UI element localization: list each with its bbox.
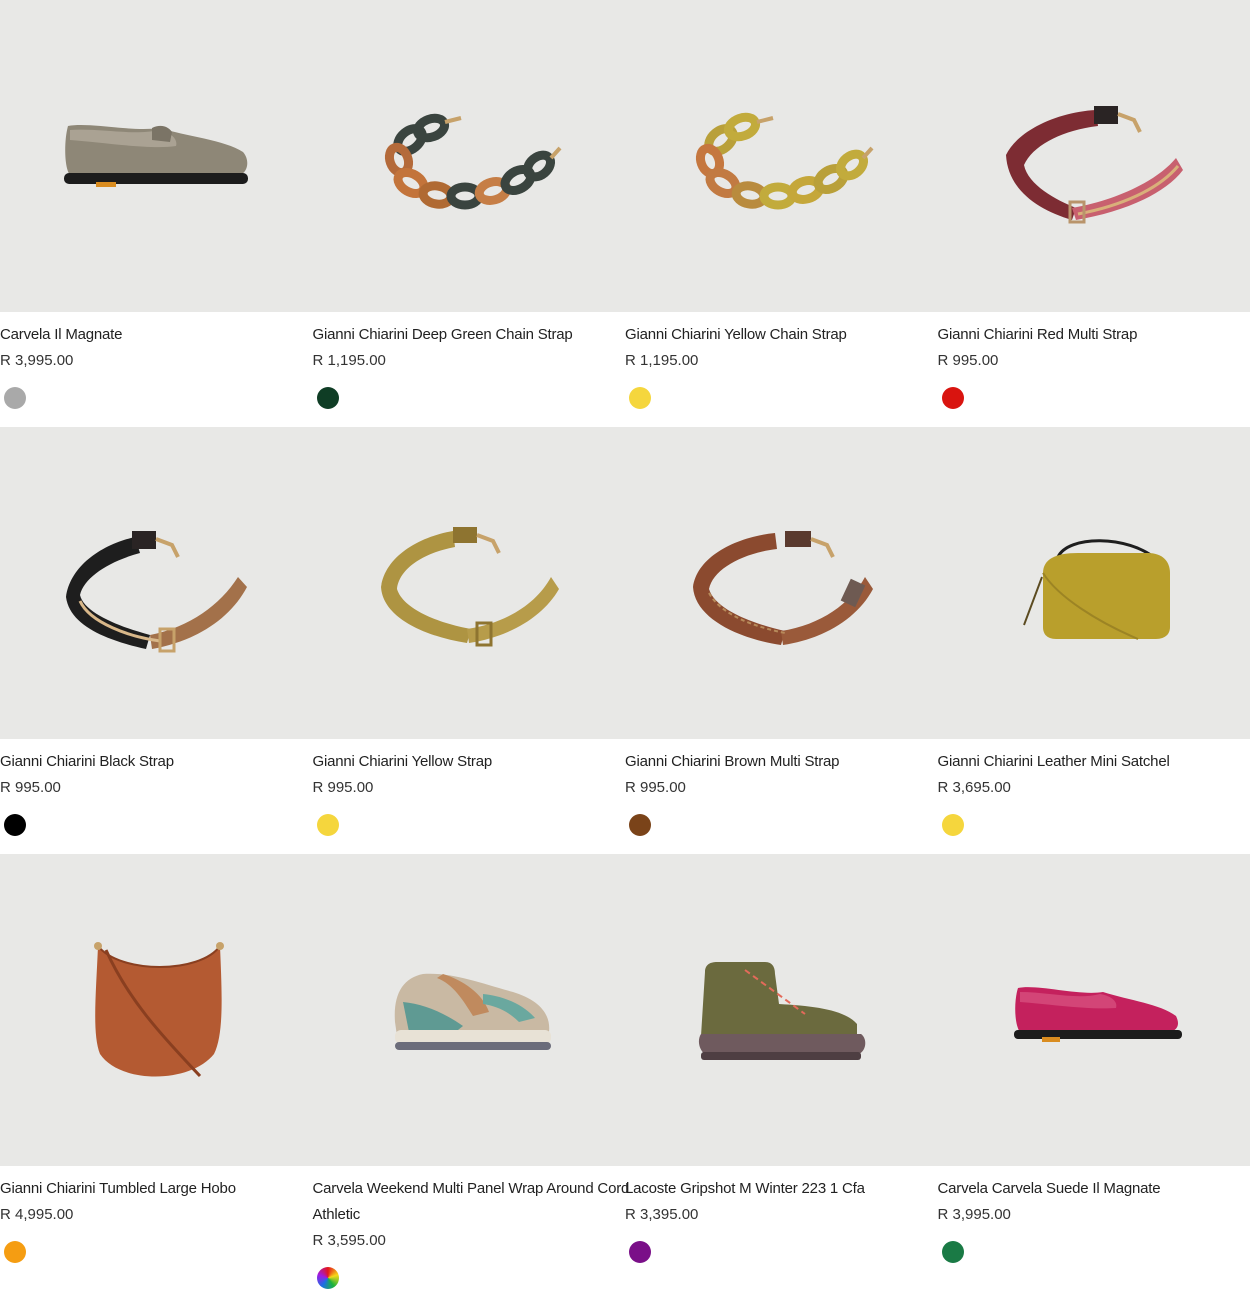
product-price: R 995.00	[625, 775, 686, 801]
product-card[interactable]: Gianni Chiarini Yellow Strap R 995.00	[313, 427, 626, 854]
product-name[interactable]: Lacoste Gripshot M Winter 223 1 Cfa	[625, 1176, 955, 1202]
sneaker-image	[313, 854, 625, 1166]
product-card[interactable]: Gianni Chiarini Brown Multi Strap R 995.…	[625, 427, 938, 854]
product-name[interactable]: Gianni Chiarini Yellow Strap	[313, 749, 643, 775]
product-name[interactable]: Gianni Chiarini Leather Mini Satchel	[938, 749, 1250, 775]
product-image[interactable]	[938, 854, 1250, 1166]
mini-satchel-image	[938, 427, 1250, 739]
boot-image	[625, 854, 937, 1166]
color-swatch-multicolor[interactable]	[317, 1267, 339, 1289]
product-card[interactable]: Gianni Chiarini Deep Green Chain Strap R…	[313, 0, 626, 427]
loafer-shoe-image	[0, 0, 312, 312]
color-swatch[interactable]	[942, 814, 964, 836]
color-swatch[interactable]	[942, 1241, 964, 1263]
hobo-bag-image	[0, 854, 312, 1166]
loafer-shoe-image	[938, 854, 1250, 1166]
product-price: R 1,195.00	[625, 348, 698, 374]
color-swatch[interactable]	[629, 1241, 651, 1263]
bag-strap-image	[938, 0, 1250, 312]
product-image[interactable]	[625, 427, 938, 739]
product-name[interactable]: Carvela Carvela Suede Il Magnate	[938, 1176, 1250, 1202]
color-swatch[interactable]	[629, 387, 651, 409]
chain-strap-image	[625, 0, 937, 312]
product-card[interactable]: Gianni Chiarini Yellow Chain Strap R 1,1…	[625, 0, 938, 427]
color-swatch[interactable]	[317, 814, 339, 836]
product-grid: Carvela Il Magnate R 3,995.00	[0, 0, 1250, 1281]
color-swatch[interactable]	[4, 814, 26, 836]
product-price: R 1,195.00	[313, 348, 386, 374]
product-price: R 3,595.00	[313, 1228, 386, 1254]
product-price: R 3,995.00	[938, 1202, 1011, 1228]
product-image[interactable]	[313, 0, 626, 312]
product-name[interactable]: Gianni Chiarini Yellow Chain Strap	[625, 322, 955, 348]
product-name[interactable]: Gianni Chiarini Brown Multi Strap	[625, 749, 955, 775]
product-image[interactable]	[0, 0, 313, 312]
color-swatch[interactable]	[4, 1241, 26, 1263]
product-price: R 995.00	[938, 348, 999, 374]
bag-strap-image	[313, 427, 625, 739]
product-card[interactable]: Gianni Chiarini Leather Mini Satchel R 3…	[938, 427, 1250, 854]
color-swatch[interactable]	[942, 387, 964, 409]
product-image[interactable]	[938, 0, 1250, 312]
product-image[interactable]	[313, 854, 626, 1166]
product-card[interactable]: Lacoste Gripshot M Winter 223 1 Cfa R 3,…	[625, 854, 938, 1281]
product-card[interactable]: Gianni Chiarini Black Strap R 995.00	[0, 427, 313, 854]
product-name[interactable]: Carvela Il Magnate	[0, 322, 330, 348]
product-card[interactable]: Carvela Il Magnate R 3,995.00	[0, 0, 313, 427]
product-price: R 3,995.00	[0, 348, 73, 374]
bag-strap-image	[0, 427, 312, 739]
chain-strap-image	[313, 0, 625, 312]
product-name[interactable]: Carvela Weekend Multi Panel Wrap Around …	[313, 1176, 643, 1228]
product-image[interactable]	[625, 0, 938, 312]
product-price: R 995.00	[313, 775, 374, 801]
product-price: R 3,695.00	[938, 775, 1011, 801]
product-card[interactable]: Gianni Chiarini Tumbled Large Hobo R 4,9…	[0, 854, 313, 1281]
product-image[interactable]	[0, 427, 313, 739]
product-image[interactable]	[313, 427, 626, 739]
product-name[interactable]: Gianni Chiarini Black Strap	[0, 749, 330, 775]
bag-strap-image	[625, 427, 937, 739]
product-price: R 995.00	[0, 775, 61, 801]
product-name[interactable]: Gianni Chiarini Tumbled Large Hobo	[0, 1176, 330, 1202]
product-card[interactable]: Carvela Weekend Multi Panel Wrap Around …	[313, 854, 626, 1281]
product-image[interactable]	[625, 854, 938, 1166]
product-image[interactable]	[0, 854, 313, 1166]
color-swatch[interactable]	[317, 387, 339, 409]
product-image[interactable]	[938, 427, 1250, 739]
product-price: R 3,395.00	[625, 1202, 698, 1228]
product-name[interactable]: Gianni Chiarini Red Multi Strap	[938, 322, 1250, 348]
color-swatch[interactable]	[4, 387, 26, 409]
color-swatch[interactable]	[629, 814, 651, 836]
product-card[interactable]: Carvela Carvela Suede Il Magnate R 3,995…	[938, 854, 1250, 1281]
product-price: R 4,995.00	[0, 1202, 73, 1228]
product-name[interactable]: Gianni Chiarini Deep Green Chain Strap	[313, 322, 643, 348]
product-card[interactable]: Gianni Chiarini Red Multi Strap R 995.00	[938, 0, 1250, 427]
